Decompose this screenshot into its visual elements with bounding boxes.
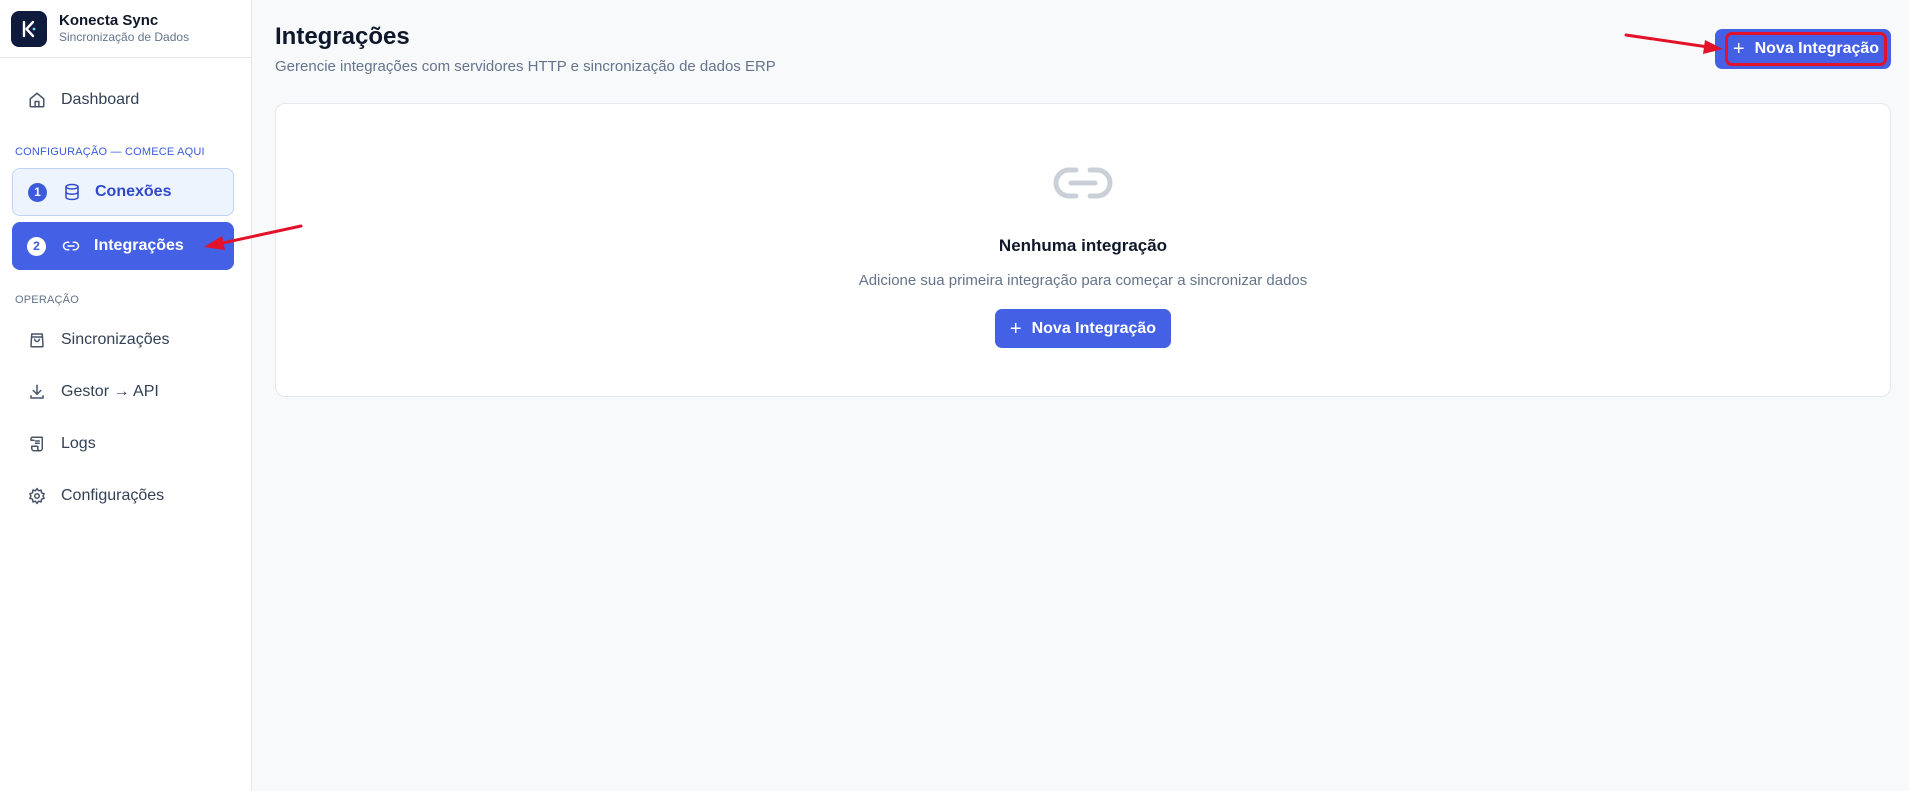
sidebar-item-dashboard[interactable]: Dashboard — [12, 76, 234, 124]
new-integration-button-label: Nova Integração — [1754, 40, 1880, 57]
link-icon — [1052, 165, 1114, 206]
sidebar-item-label: Gestor → API — [61, 383, 159, 400]
section-label-config: CONFIGURAÇÃO — COMECE AQUI — [15, 146, 205, 158]
page-subtitle: Gerencie integrações com servidores HTTP… — [275, 58, 776, 75]
sidebar-item-label: Dashboard — [61, 91, 140, 108]
scroll-icon — [27, 434, 47, 454]
shopping-bag-icon — [27, 330, 47, 350]
gear-icon — [27, 486, 47, 506]
empty-state-description: Adicione sua primeira integração para co… — [858, 272, 1308, 289]
sidebar-item-conexoes[interactable]: 1 Conexões — [12, 168, 234, 216]
empty-state-title: Nenhuma integração — [998, 236, 1168, 255]
app-subtitle: Sincronização de Dados — [59, 30, 190, 44]
sidebar-item-label: Sincronizações — [61, 331, 170, 348]
app-title: Konecta Sync — [59, 12, 159, 29]
database-icon — [62, 182, 82, 202]
sidebar-item-label: Conexões — [95, 183, 172, 200]
empty-state-new-integration-button[interactable]: + Nova Integração — [995, 309, 1171, 348]
sidebar-item-gestor-api[interactable]: Gestor → API — [12, 368, 234, 416]
sidebar-item-sincronizacoes[interactable]: Sincronizações — [12, 316, 234, 364]
sidebar-item-logs[interactable]: Logs — [12, 420, 234, 468]
section-label-operation: OPERAÇÃO — [15, 294, 79, 306]
step-number-badge: 1 — [28, 182, 47, 202]
new-integration-button[interactable]: + Nova Integração — [1725, 32, 1887, 66]
sidebar: Konecta Sync Sincronização de Dados Dash… — [0, 0, 252, 791]
arrow-to-top-button-icon — [1624, 33, 1723, 54]
download-icon — [27, 382, 47, 402]
plus-icon: + — [1732, 38, 1745, 60]
sidebar-item-label: Logs — [61, 435, 96, 452]
sidebar-item-configuracoes[interactable]: Configurações — [12, 472, 234, 520]
page-title: Integrações — [275, 23, 410, 50]
home-icon — [27, 90, 47, 110]
brand-header: Konecta Sync Sincronização de Dados — [0, 0, 251, 58]
empty-state-button-label: Nova Integração — [1031, 319, 1157, 337]
plus-icon: + — [1009, 317, 1022, 340]
sidebar-item-label: Configurações — [61, 487, 165, 504]
k-logo-icon — [22, 20, 36, 37]
app-logo — [11, 10, 47, 47]
